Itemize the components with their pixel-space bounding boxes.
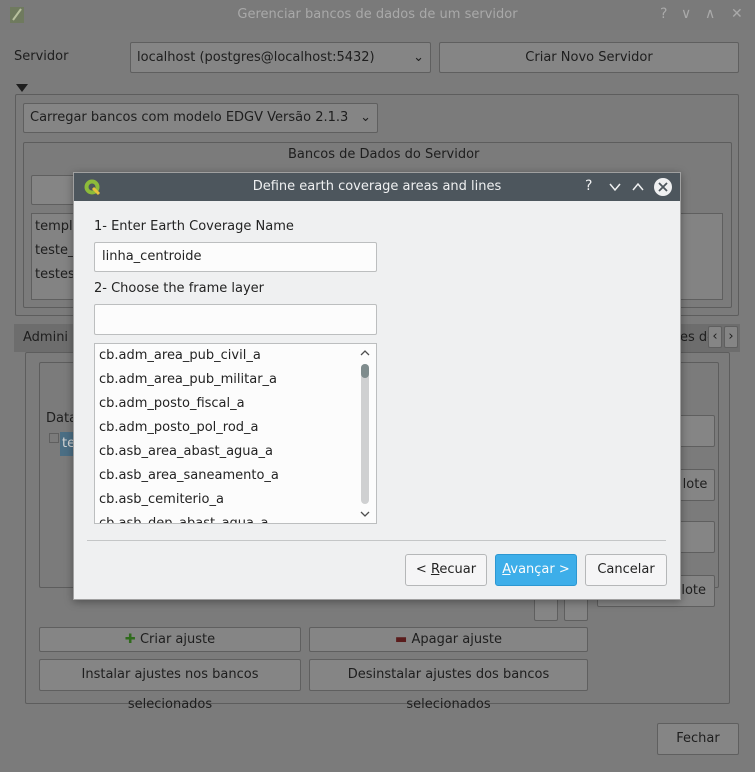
chevron-down-icon: ⌄ bbox=[360, 110, 371, 125]
load-db-select[interactable]: Carregar bancos com modelo EDGV Versão 2… bbox=[23, 103, 378, 133]
scroll-track[interactable] bbox=[361, 364, 369, 504]
next-button[interactable]: Avançar > bbox=[495, 554, 577, 586]
list-item[interactable]: cb.adm_area_pub_militar_a bbox=[99, 368, 277, 392]
next-button-label: Avançar > bbox=[502, 562, 570, 577]
close-icon[interactable]: ✕ bbox=[731, 6, 743, 22]
back-button[interactable]: < Recuar bbox=[405, 554, 487, 586]
delete-adjust-button[interactable]: ▬ Apagar ajuste bbox=[309, 627, 588, 652]
dots-button[interactable] bbox=[675, 415, 715, 447]
tab-right[interactable]: es de ‹ › bbox=[680, 324, 740, 352]
blank-button[interactable] bbox=[675, 521, 715, 553]
server-label: Servidor bbox=[14, 49, 69, 64]
close-icon[interactable] bbox=[653, 177, 673, 197]
list-item[interactable]: cb.asb_dep_abast_agua_a bbox=[99, 512, 268, 523]
coverage-dialog: Define earth coverage areas and lines ? … bbox=[73, 172, 681, 600]
frame-filter-input[interactable] bbox=[94, 304, 377, 335]
create-adjust-button[interactable]: ✚ Criar ajuste bbox=[39, 627, 301, 652]
server-select-value: localhost (postgres@localhost:5432) bbox=[137, 50, 375, 65]
dialog-titlebar: Define earth coverage areas and lines ? bbox=[74, 173, 680, 201]
plus-icon: ✚ bbox=[124, 632, 136, 647]
list-item[interactable]: cb.adm_area_pub_civil_a bbox=[99, 344, 261, 368]
batch-button-label: lote bbox=[681, 583, 706, 598]
tab-scroll-left-icon[interactable]: ‹ bbox=[708, 326, 722, 348]
chevron-down-icon: ⌄ bbox=[413, 50, 424, 65]
window-titlebar: Gerenciar bancos de dados de um servidor bbox=[0, 0, 755, 30]
tools-icon[interactable] bbox=[564, 597, 588, 621]
load-db-select-value: Carregar bancos com modelo EDGV Versão 2… bbox=[30, 110, 349, 125]
batch-button-1[interactable]: lote bbox=[675, 469, 715, 501]
minimize-icon[interactable]: ∨ bbox=[681, 6, 691, 22]
tab-admin[interactable]: Admini bbox=[14, 324, 74, 352]
server-select[interactable]: localhost (postgres@localhost:5432) ⌄ bbox=[130, 42, 431, 73]
close-button-label: Fechar bbox=[676, 731, 720, 746]
scroll-down-icon[interactable] bbox=[359, 507, 371, 521]
minus-icon: ▬ bbox=[395, 632, 408, 647]
frame-layer-list[interactable]: cb.adm_area_pub_civil_a cb.adm_area_pub_… bbox=[94, 343, 377, 524]
close-button[interactable]: Fechar bbox=[657, 723, 739, 755]
create-server-label: Criar Novo Servidor bbox=[525, 50, 653, 65]
divider bbox=[87, 540, 666, 541]
coverage-name-value: linha_centroide bbox=[102, 249, 202, 264]
help-icon[interactable]: ? bbox=[585, 178, 592, 194]
checkbox[interactable] bbox=[49, 433, 59, 443]
server-dbs-title: Bancos de Dados do Servidor bbox=[288, 147, 480, 162]
coverage-name-input[interactable]: linha_centroide bbox=[94, 242, 377, 272]
create-server-button[interactable]: Criar Novo Servidor bbox=[439, 42, 739, 73]
install-adjusts-button[interactable]: Instalar ajustes nos bancos selecionados bbox=[39, 659, 301, 712]
cancel-button[interactable]: Cancelar bbox=[585, 554, 667, 586]
batch-button-label: lote bbox=[682, 477, 708, 492]
maximize-icon[interactable] bbox=[631, 180, 645, 194]
step1-label: 1- Enter Earth Coverage Name bbox=[94, 219, 294, 234]
tab-admin-label: Admini bbox=[23, 330, 69, 345]
delete-adjust-label: Apagar ajuste bbox=[411, 632, 502, 647]
install-adjusts-label: Instalar ajustes nos bancos selecionados bbox=[81, 667, 259, 712]
scroll-up-icon[interactable] bbox=[359, 346, 371, 360]
create-adjust-label: Criar ajuste bbox=[139, 632, 216, 647]
uninstall-adjusts-button[interactable]: Desinstalar ajustes dos bancos seleciona… bbox=[309, 659, 588, 712]
list-item[interactable]: cb.asb_cemiterio_a bbox=[99, 488, 224, 512]
cancel-button-label: Cancelar bbox=[597, 562, 655, 577]
list-item[interactable]: cb.adm_posto_fiscal_a bbox=[99, 392, 245, 416]
collapse-arrow-icon[interactable] bbox=[16, 84, 28, 92]
list-item[interactable]: cb.asb_area_abast_agua_a bbox=[99, 440, 273, 464]
list-item[interactable]: cb.asb_area_saneamento_a bbox=[99, 464, 279, 488]
uninstall-adjusts-label: Desinstalar ajustes dos bancos seleciona… bbox=[347, 667, 550, 712]
step2-label: 2- Choose the frame layer bbox=[94, 281, 264, 296]
minimize-icon[interactable] bbox=[608, 180, 622, 194]
database-icon[interactable] bbox=[534, 597, 558, 621]
help-icon[interactable]: ? bbox=[660, 6, 667, 22]
scroll-thumb[interactable] bbox=[361, 364, 369, 378]
back-button-label: < Recuar bbox=[415, 562, 477, 577]
tab-scroll-right-icon[interactable]: › bbox=[724, 326, 738, 348]
window-title: Gerenciar bancos de dados de um servidor bbox=[237, 7, 518, 22]
list-item[interactable]: cb.adm_posto_pol_rod_a bbox=[99, 416, 259, 440]
scrollbar[interactable] bbox=[358, 346, 372, 521]
maximize-icon[interactable]: ∧ bbox=[705, 6, 715, 22]
qgis-logo-icon bbox=[8, 5, 26, 25]
